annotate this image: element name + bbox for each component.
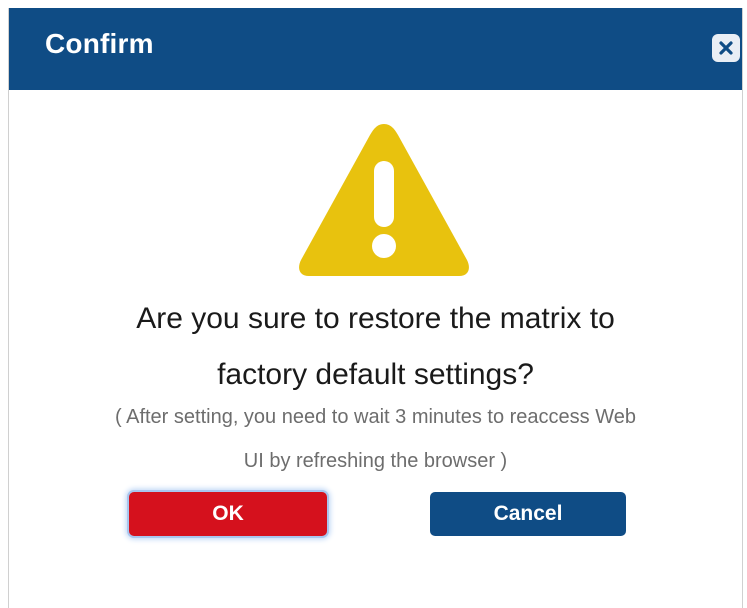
warning-triangle-icon: [294, 118, 474, 283]
close-icon: [719, 41, 733, 55]
confirm-question-line1: Are you sure to restore the matrix to: [136, 302, 615, 335]
note-line1: ( After setting, you need to wait 3 minu…: [114, 406, 636, 428]
dialog-titlebar: Confirm: [9, 8, 742, 90]
confirm-dialog: Confirm Are you sure to restore the matr…: [8, 8, 743, 608]
close-button[interactable]: [712, 34, 740, 62]
note-line2: UI by refreshing the browser ): [243, 450, 508, 472]
dialog-title: Confirm: [45, 28, 154, 59]
cancel-button[interactable]: Cancel: [430, 492, 626, 536]
confirm-question-line2: factory default settings?: [217, 358, 534, 391]
ok-button[interactable]: OK: [129, 492, 327, 536]
